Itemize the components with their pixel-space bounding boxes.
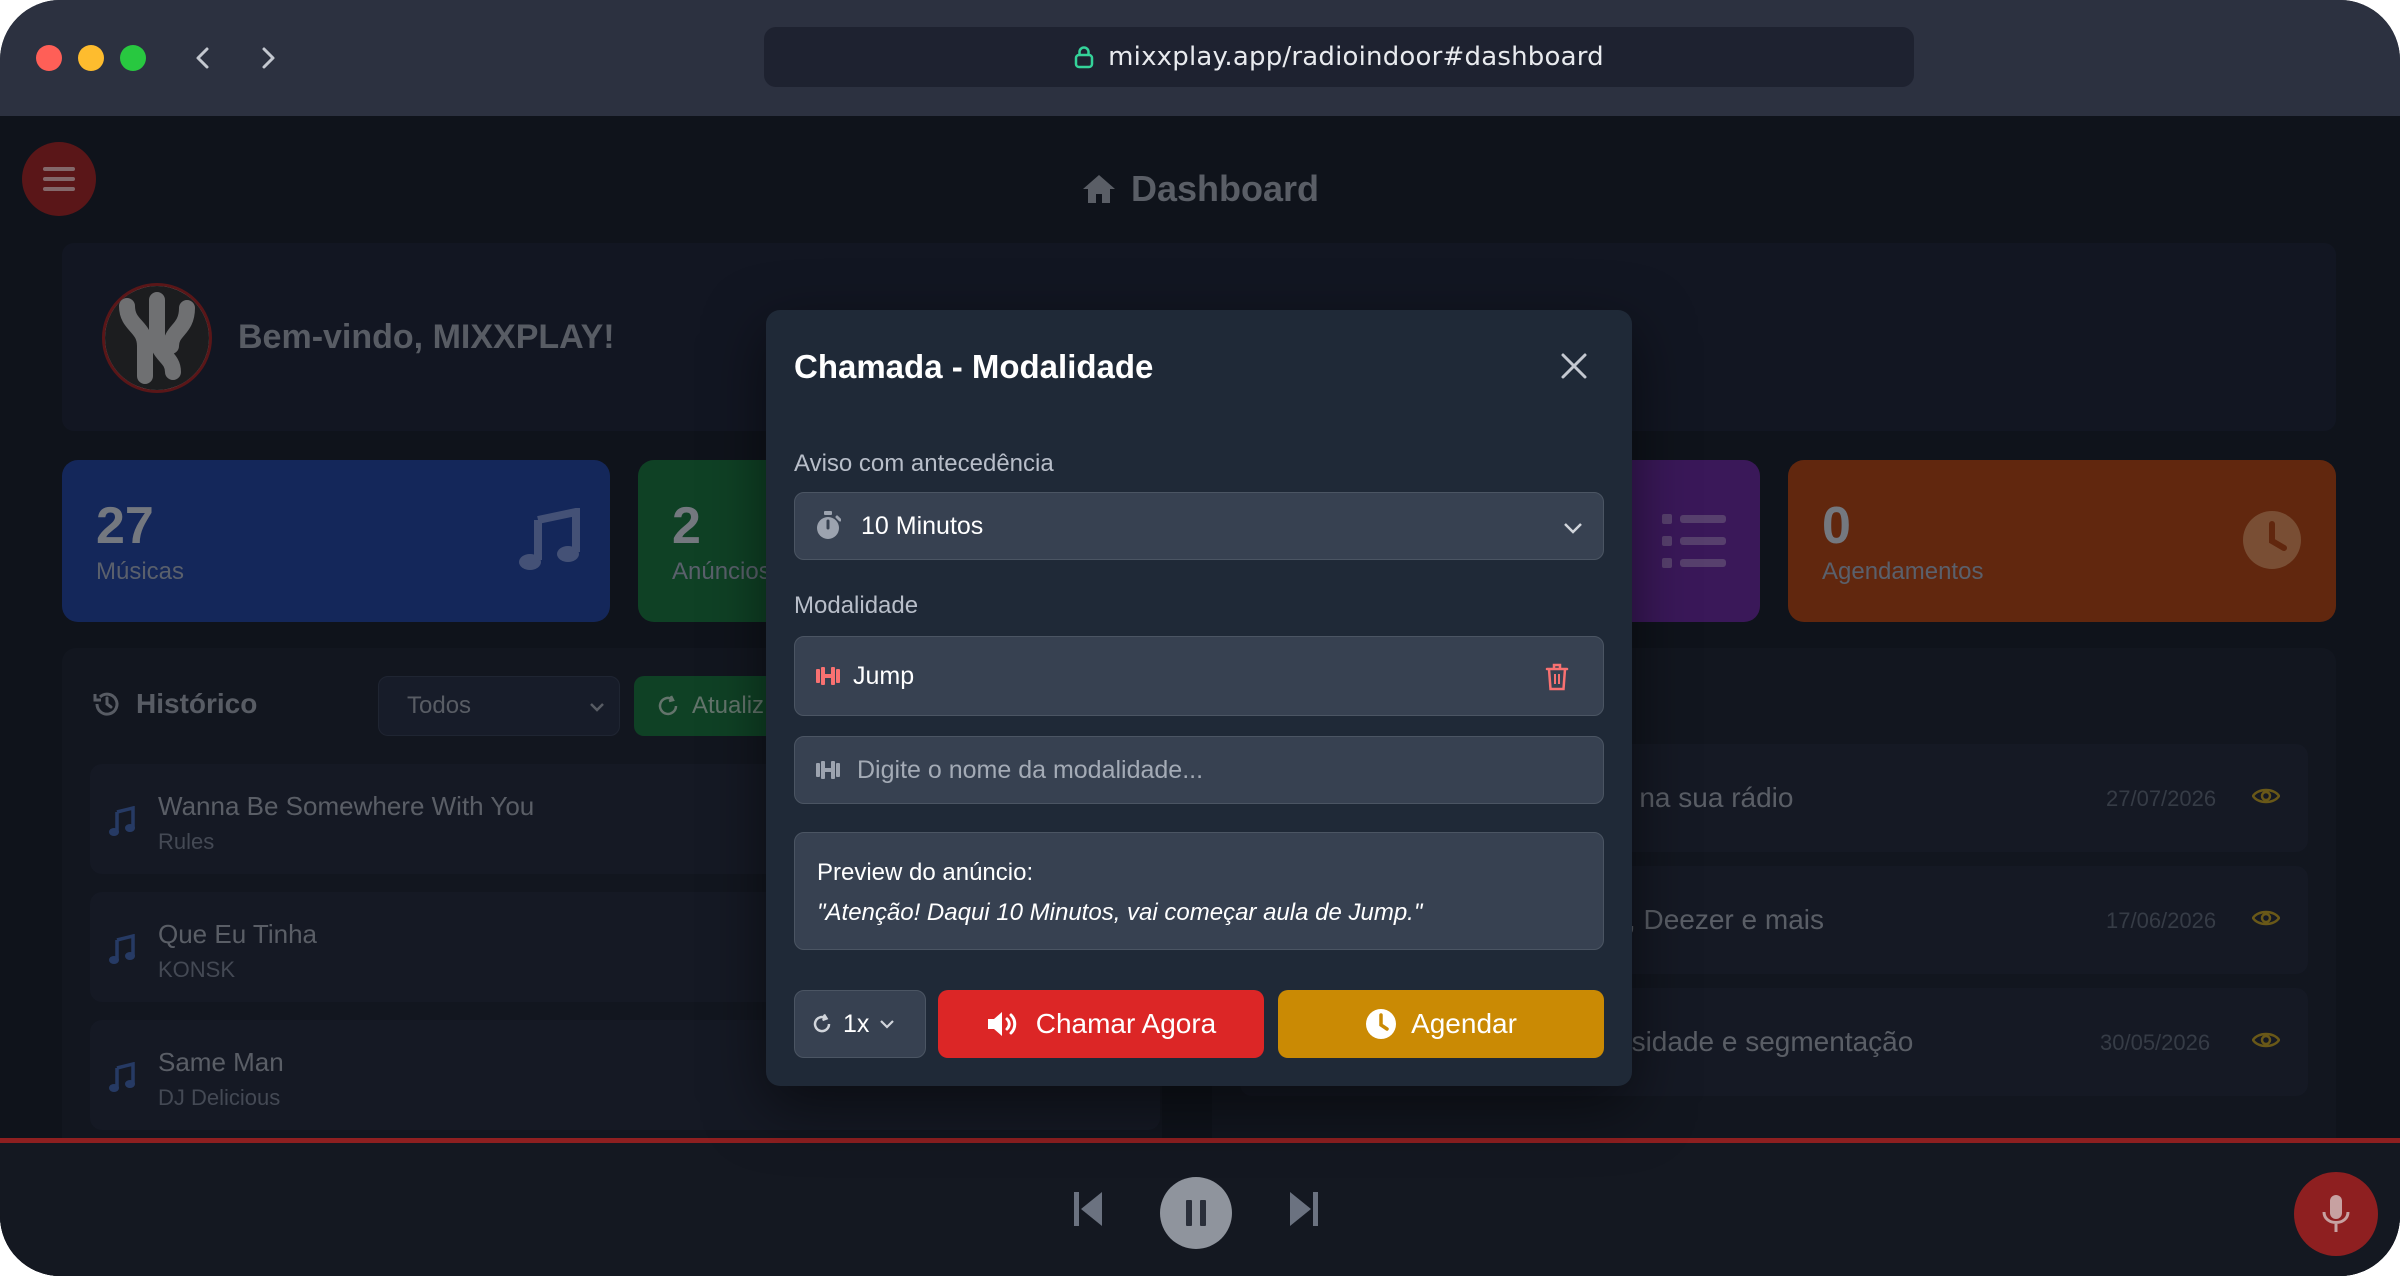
preview-text: "Atenção! Daqui 10 Minutos, vai começar … (817, 899, 1423, 926)
back-button[interactable] (183, 38, 223, 78)
clock-icon (1366, 1009, 1397, 1039)
modality-item-name: Jump (853, 661, 915, 690)
schedule-button[interactable]: Agendar (1278, 990, 1604, 1058)
close-window-button[interactable] (36, 45, 62, 71)
close-icon (1561, 353, 1587, 379)
repeat-count-value: 1x (843, 1009, 870, 1038)
modality-name-input-wrapper[interactable] (794, 736, 1604, 804)
chevron-left-icon (196, 47, 209, 69)
advance-notice-select[interactable]: 10 Minutos (794, 492, 1604, 560)
browser-toolbar: mixxplay.app/radioindoor#dashboard (0, 0, 2400, 116)
call-now-label: Chamar Agora (1035, 1008, 1217, 1039)
browser-window: mixxplay.app/radioindoor#dashboard Dashb… (0, 0, 2400, 1276)
lock-icon (1074, 46, 1094, 69)
announcement-preview: Preview do anúncio: "Atenção! Daqui 10 M… (794, 832, 1604, 950)
modality-label: Modalidade (794, 592, 919, 619)
repeat-icon (813, 1013, 831, 1033)
microphone-button[interactable] (2294, 1172, 2378, 1256)
preview-label: Preview do anúncio: (817, 859, 1034, 886)
modality-item: Jump (794, 636, 1604, 716)
modality-name-input[interactable] (857, 755, 1557, 785)
maximize-window-button[interactable] (120, 45, 146, 71)
microphone-icon (2322, 1195, 2350, 1232)
trash-icon[interactable] (1545, 663, 1569, 691)
address-bar[interactable]: mixxplay.app/radioindoor#dashboard (764, 27, 1914, 87)
chevron-down-icon (1564, 523, 1582, 534)
modality-call-modal: Chamada - Modalidade Aviso com antecedên… (766, 310, 1632, 1086)
next-track-button[interactable] (1286, 1190, 1320, 1228)
repeat-count-select[interactable]: 1x (794, 990, 926, 1058)
advance-notice-label: Aviso com antecedência (794, 450, 1054, 477)
forward-button[interactable] (248, 38, 288, 78)
previous-track-button[interactable] (1072, 1190, 1106, 1228)
advance-notice-value: 10 Minutos (861, 511, 984, 540)
stopwatch-icon (817, 511, 841, 539)
pause-icon (1186, 1200, 1206, 1226)
close-button[interactable] (1554, 346, 1594, 386)
pause-button[interactable] (1160, 1177, 1232, 1249)
call-now-button[interactable]: Chamar Agora (938, 990, 1264, 1058)
url-text: mixxplay.app/radioindoor#dashboard (1108, 42, 1604, 72)
minimize-window-button[interactable] (78, 45, 104, 71)
modal-title: Chamada - Modalidade (794, 348, 1154, 385)
dumbbell-icon (816, 667, 840, 685)
chevron-down-icon (880, 1020, 895, 1029)
chevron-right-icon (262, 47, 275, 69)
dumbbell-icon (816, 761, 840, 779)
speaker-volume-icon (987, 1012, 1016, 1036)
schedule-label: Agendar (1411, 1008, 1517, 1039)
